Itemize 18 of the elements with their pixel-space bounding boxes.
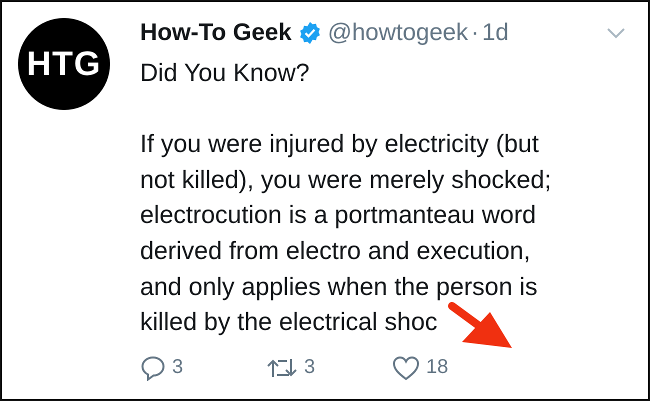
avatar[interactable]: HTG <box>18 18 110 110</box>
tweet-text-line: killed by the electrical shoc <box>140 307 438 338</box>
tweet-text-line: If you were injured by electricity (but <box>140 129 539 160</box>
tweet-text-line: and only applies when the person is <box>140 272 538 303</box>
speech-bubble-icon[interactable] <box>140 354 166 381</box>
tweet-text-line: derived from electro and execution, <box>140 236 530 267</box>
action-count: 3 <box>304 356 316 380</box>
account-name[interactable]: How-To Geek <box>140 19 292 47</box>
annotation-arrow <box>448 302 512 348</box>
tweet-text-line: electrocution is a portmanteau word <box>140 200 536 232</box>
action-count: 3 <box>172 356 184 380</box>
separator: · <box>471 19 480 47</box>
action-count: 18 <box>426 356 448 380</box>
tweet-time[interactable]: 1d <box>482 19 509 47</box>
tweet-text-line: Did You Know? <box>140 58 310 89</box>
tweet-text-line: not killed), you were merely shocked; <box>140 164 552 196</box>
account-handle[interactable]: @howtogeek <box>328 19 468 47</box>
heart-icon[interactable] <box>392 354 420 381</box>
